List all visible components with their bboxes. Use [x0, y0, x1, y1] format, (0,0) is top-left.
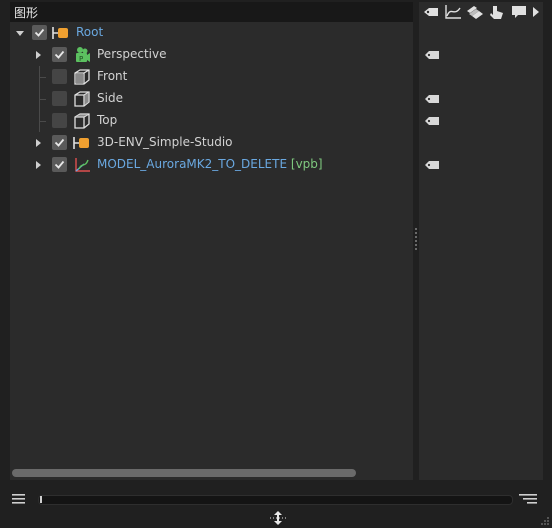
corner-grip-icon[interactable]: [540, 516, 550, 526]
menu-icon[interactable]: [12, 493, 26, 505]
tree-item-label: Front: [97, 69, 128, 83]
expand-arrow-icon[interactable]: [36, 139, 41, 147]
expand-arrow-icon[interactable]: [36, 51, 41, 59]
tree-row-side[interactable]: Side: [10, 88, 413, 110]
tag-icon[interactable]: [421, 3, 441, 21]
pointer-icon[interactable]: [487, 3, 507, 21]
visibility-checkbox[interactable]: [52, 135, 67, 150]
tree-row-root[interactable]: Root: [10, 22, 413, 44]
null-group-icon: [73, 134, 91, 152]
tree-row-3d-env[interactable]: 3D-ENV_Simple-Studio: [10, 132, 413, 154]
collapse-arrow-icon[interactable]: [16, 31, 24, 36]
layers-icon[interactable]: [465, 3, 485, 21]
tag-column: [419, 22, 543, 480]
tree-item-tag: [vpb]: [290, 157, 323, 171]
resize-handle-icon[interactable]: [268, 510, 288, 526]
tree-row-top[interactable]: Top: [10, 110, 413, 132]
tree-item-label: Side: [97, 91, 123, 105]
tag-icon[interactable]: [424, 116, 440, 126]
zoom-slider[interactable]: [38, 495, 513, 505]
cube-view-icon: [73, 68, 91, 86]
tree-item-label: MODEL_AuroraMK2_TO_DELETE [vpb]: [97, 157, 323, 171]
visibility-checkbox[interactable]: [52, 69, 67, 84]
tree-item-label: Top: [97, 113, 118, 127]
model-axis-icon: [73, 156, 91, 174]
panel-header: 图形: [10, 2, 413, 22]
tag-icon[interactable]: [424, 94, 440, 104]
horizontal-scrollbar[interactable]: [12, 469, 356, 477]
tree-item-label: Perspective: [97, 47, 167, 61]
tree-item-label: 3D-ENV_Simple-Studio: [97, 135, 233, 149]
tag-icon[interactable]: [424, 50, 440, 60]
zoom-slider-thumb[interactable]: [40, 496, 42, 503]
svg-text:P: P: [79, 55, 83, 63]
visibility-checkbox[interactable]: [52, 91, 67, 106]
expand-arrow-icon[interactable]: [36, 161, 41, 169]
panel-title: 图形: [14, 6, 39, 20]
tree-item-label: Root: [76, 25, 104, 39]
more-arrow-icon[interactable]: [529, 3, 543, 21]
panel-splitter[interactable]: [415, 228, 417, 250]
visibility-checkbox[interactable]: [32, 25, 47, 40]
filter-list-icon[interactable]: [519, 493, 539, 505]
null-group-icon: [52, 24, 70, 42]
tree-row-perspective[interactable]: P Perspective: [10, 44, 413, 66]
visibility-checkbox[interactable]: [52, 113, 67, 128]
curve-icon[interactable]: [443, 3, 463, 21]
visibility-checkbox[interactable]: [52, 47, 67, 62]
tag-icon[interactable]: [424, 160, 440, 170]
object-tree[interactable]: Root P Perspective Front Side Top 3D-ENV…: [10, 22, 413, 480]
column-toolbar: [419, 2, 543, 22]
tree-row-front[interactable]: Front: [10, 66, 413, 88]
cube-view-icon: [73, 90, 91, 108]
tree-row-model[interactable]: MODEL_AuroraMK2_TO_DELETE [vpb]: [10, 154, 413, 176]
comment-icon[interactable]: [509, 3, 529, 21]
perspective-camera-icon: P: [73, 46, 91, 64]
visibility-checkbox[interactable]: [52, 157, 67, 172]
cube-view-icon: [73, 112, 91, 130]
